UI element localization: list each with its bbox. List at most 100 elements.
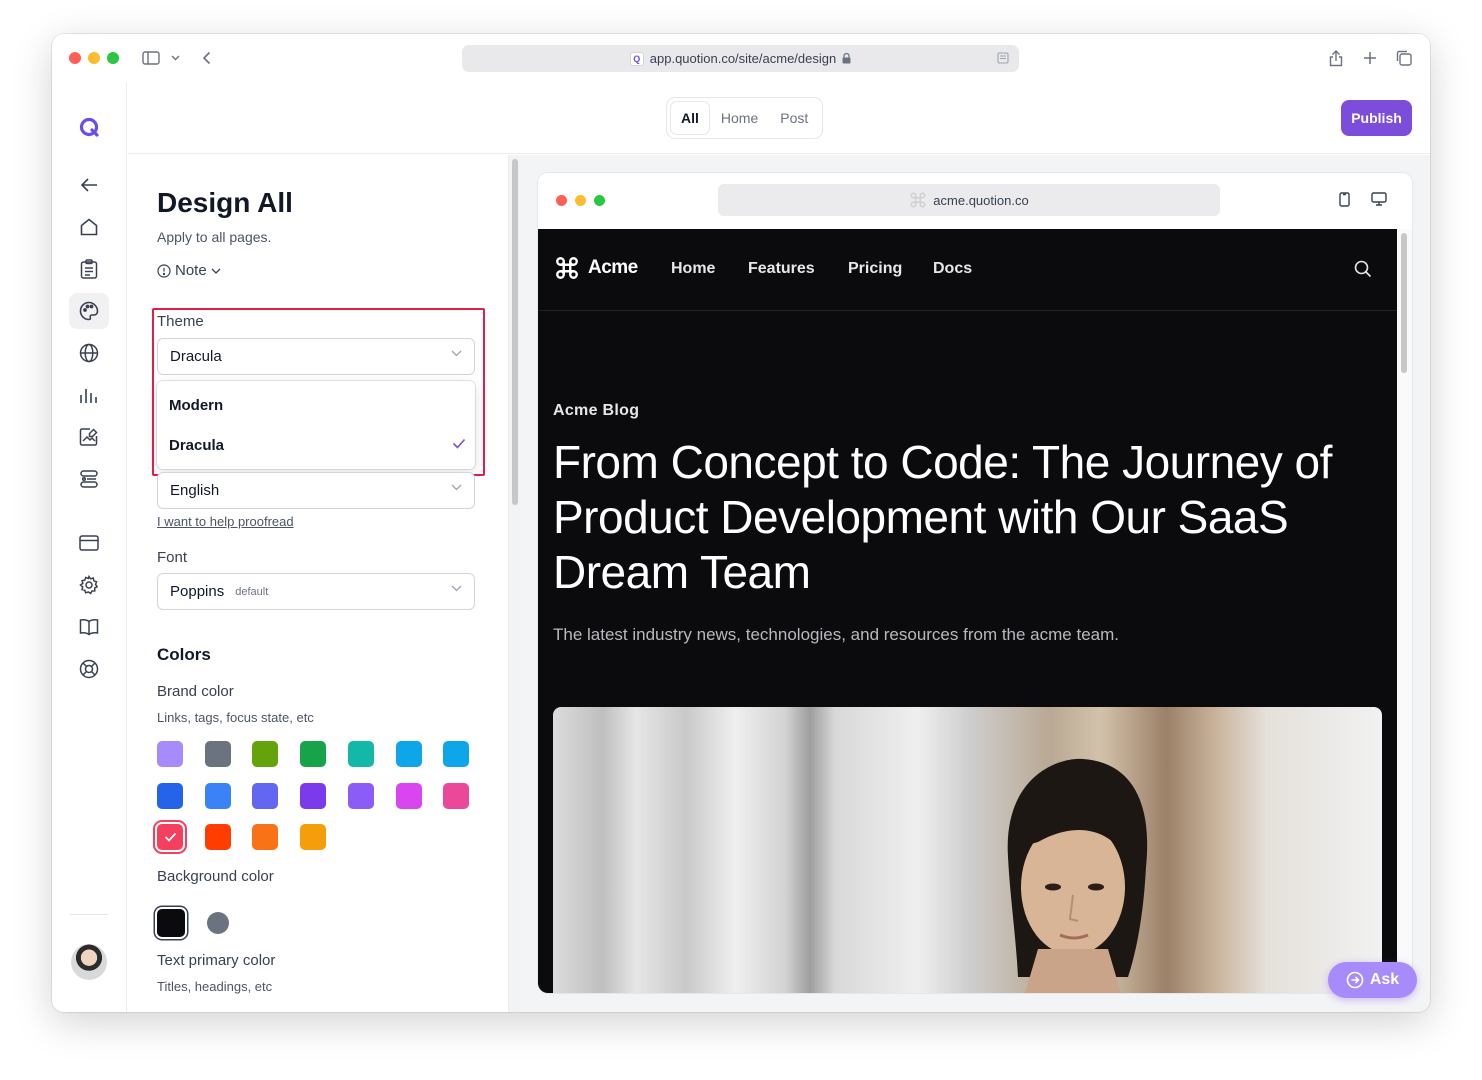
- address-bar[interactable]: Q app.quotion.co/site/acme/design: [462, 45, 1019, 72]
- blog-title: From Concept to Code: The Journey of Pro…: [553, 436, 1332, 598]
- brand-swatch[interactable]: [157, 782, 183, 809]
- site-nav-home[interactable]: Home: [671, 260, 715, 278]
- clipboard-list-icon[interactable]: [69, 251, 109, 287]
- globe-icon[interactable]: [69, 335, 109, 371]
- chevron-down-icon[interactable]: [168, 46, 182, 70]
- brand-swatch[interactable]: [443, 782, 470, 809]
- background-swatch-black[interactable]: [157, 909, 185, 937]
- font-label: Font: [157, 549, 188, 566]
- preview-dot-yellow: [575, 195, 586, 206]
- chevron-down-icon: [451, 484, 462, 491]
- brand-swatch[interactable]: [395, 741, 422, 767]
- preview-scrollbar-thumb[interactable]: [1401, 233, 1407, 373]
- ask-label: Ask: [1369, 971, 1400, 988]
- analytics-bars-icon[interactable]: [69, 377, 109, 413]
- image-edit-icon[interactable]: [69, 419, 109, 455]
- panel-scrollbar-thumb[interactable]: [512, 159, 518, 505]
- font-select[interactable]: Poppins default: [157, 573, 475, 610]
- reader-mode-icon[interactable]: [997, 52, 1009, 67]
- brand-swatch[interactable]: [347, 741, 374, 767]
- proofread-link[interactable]: I want to help proofread: [157, 514, 294, 529]
- preview-address-bar: acme.quotion.co: [718, 184, 1220, 216]
- book-open-icon[interactable]: [69, 609, 109, 645]
- brand-swatch[interactable]: [300, 782, 327, 809]
- home-icon[interactable]: [69, 209, 109, 245]
- panel-scrollbar[interactable]: [508, 155, 520, 1012]
- mobile-view-icon[interactable]: [1339, 192, 1350, 212]
- chevron-down-icon: [211, 268, 221, 274]
- colors-section-title: Colors: [157, 645, 211, 664]
- site-brand-name: Acme: [588, 257, 638, 278]
- billing-card-icon[interactable]: [69, 525, 109, 561]
- check-icon: [164, 832, 176, 842]
- desktop-view-icon[interactable]: [1371, 192, 1387, 211]
- arrow-circle-icon: [1346, 971, 1364, 989]
- ask-button[interactable]: Ask: [1328, 962, 1417, 998]
- brand-swatch[interactable]: [300, 824, 327, 850]
- note-toggle[interactable]: Note: [157, 262, 221, 279]
- blog-description: The latest industry news, technologies, …: [553, 625, 1119, 644]
- page-title: Design All: [157, 187, 293, 218]
- publish-button[interactable]: Publish: [1341, 100, 1412, 136]
- brand-color-sub: Links, tags, focus state, etc: [157, 710, 314, 725]
- site-navbar: Acme Home Features Pricing Docs: [538, 229, 1397, 311]
- design-settings-panel: Design All Apply to all pages. Note Them…: [128, 155, 506, 1012]
- background-swatch-gray[interactable]: [207, 912, 229, 934]
- tab-home[interactable]: Home: [711, 102, 768, 134]
- site-preview: Acme Home Features Pricing Docs Acme Blo…: [538, 229, 1397, 993]
- back-arrow-icon[interactable]: [198, 46, 214, 70]
- close-window-button[interactable]: [69, 52, 81, 64]
- brand-swatch[interactable]: [157, 741, 183, 767]
- brand-swatch[interactable]: [204, 824, 231, 850]
- language-select[interactable]: English: [157, 472, 475, 509]
- brand-swatch[interactable]: [347, 782, 374, 809]
- layout-blocks-icon[interactable]: [69, 461, 109, 497]
- text-primary-color-label: Text primary color: [157, 952, 276, 969]
- share-icon[interactable]: [1326, 46, 1346, 70]
- user-avatar[interactable]: [71, 944, 107, 980]
- preview-url-text: acme.quotion.co: [933, 192, 1029, 208]
- command-logo-icon: [556, 257, 578, 279]
- maximize-window-button[interactable]: [107, 52, 119, 64]
- brand-swatch[interactable]: [300, 741, 327, 767]
- sidebar-divider: [70, 914, 108, 915]
- preview-window: acme.quotion.co Acme Home Features Prici…: [538, 173, 1412, 993]
- gear-icon[interactable]: [69, 567, 109, 603]
- search-icon[interactable]: [1354, 260, 1372, 283]
- preview-toolbar: acme.quotion.co: [538, 173, 1412, 229]
- brand-swatch[interactable]: [443, 741, 470, 767]
- language-select-value: English: [170, 482, 220, 499]
- preview-scrollbar[interactable]: [1397, 229, 1412, 993]
- new-tab-icon[interactable]: [1360, 46, 1380, 70]
- note-label: Note: [175, 262, 207, 279]
- tab-overview-icon[interactable]: [1394, 46, 1414, 70]
- site-nav-features[interactable]: Features: [748, 260, 815, 278]
- site-nav-pricing[interactable]: Pricing: [848, 260, 902, 278]
- minimize-window-button[interactable]: [88, 52, 100, 64]
- text-primary-color-sub: Titles, headings, etc: [157, 979, 273, 994]
- brand-swatch[interactable]: [204, 741, 231, 767]
- tab-post[interactable]: Post: [770, 102, 818, 134]
- sidebar-toggle-icon[interactable]: [140, 46, 162, 70]
- site-logo[interactable]: Acme: [554, 255, 638, 281]
- editor-topbar: All Home Post Publish: [128, 82, 1430, 154]
- brand-swatch[interactable]: [157, 824, 183, 850]
- brand-swatch[interactable]: [395, 782, 422, 809]
- address-text: app.quotion.co/site/acme/design: [649, 51, 837, 66]
- help-lifebuoy-icon[interactable]: [69, 651, 109, 687]
- brand-swatch[interactable]: [252, 741, 279, 767]
- quotion-logo-icon[interactable]: [69, 109, 109, 145]
- tab-all[interactable]: All: [671, 102, 709, 134]
- palette-icon[interactable]: [69, 293, 109, 329]
- background-color-label: Background color: [157, 868, 274, 885]
- brand-swatch[interactable]: [252, 824, 279, 850]
- app-sidebar: [52, 82, 127, 1012]
- site-nav-docs[interactable]: Docs: [933, 260, 972, 278]
- brand-swatch[interactable]: [204, 782, 231, 809]
- preview-dot-red: [556, 195, 567, 206]
- back-arrow-icon[interactable]: [69, 167, 109, 203]
- brand-swatch[interactable]: [252, 782, 279, 809]
- lock-icon: [842, 53, 851, 64]
- page-subtitle: Apply to all pages.: [157, 229, 272, 245]
- theme-highlight-box: [152, 308, 485, 476]
